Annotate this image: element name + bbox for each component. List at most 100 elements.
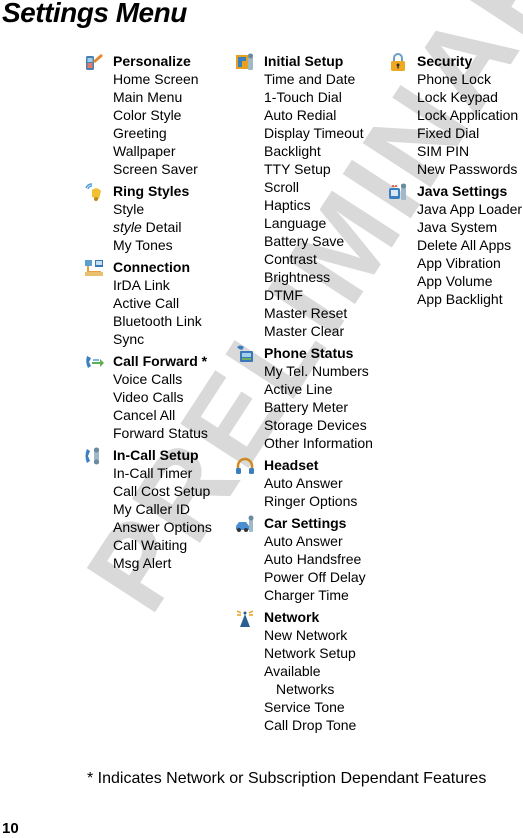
menu-group-in-call-setup: In-Call Setup In-Call Timer Call Cost Setu… xyxy=(84,446,212,572)
menu-item: Master Reset xyxy=(264,305,348,321)
car-settings-icon xyxy=(235,514,255,534)
menu-item: In-Call Timer xyxy=(113,465,193,481)
menu-item: Video Calls xyxy=(113,389,184,405)
page-number: 10 xyxy=(2,820,19,837)
menu-heading: Connection xyxy=(113,259,190,275)
menu-group-phone-status: Phone Status My Tel. Numbers Active Line Ba… xyxy=(235,344,373,452)
menu-item: Call Drop Tone xyxy=(264,717,357,733)
menu-item: Home Screen xyxy=(113,71,199,87)
menu-item: style Detail xyxy=(113,219,182,235)
menu-item: Style xyxy=(113,201,145,217)
menu-item: Answer Options xyxy=(113,519,212,535)
menu-heading: Personalize xyxy=(113,53,191,69)
menu-heading: Ring Styles xyxy=(113,183,190,199)
menu-item: Color Style xyxy=(113,107,182,123)
menu-item: My Caller ID xyxy=(113,501,191,517)
menu-item: Battery Meter xyxy=(264,399,349,415)
menu-item: Ringer Options xyxy=(264,493,358,509)
menu-item: Display Timeout xyxy=(264,125,364,141)
menu-item: Fixed Dial xyxy=(417,125,480,141)
menu-item: IrDA Link xyxy=(113,277,170,293)
menu-group-security: Security Phone Lock Lock Keypad Lock Applic… xyxy=(388,52,522,178)
menu-item: Forward Status xyxy=(113,425,208,441)
menu-group-java-settings: Java Settings Java App Loader Java System D… xyxy=(388,182,522,308)
menu-group-connection: Connection IrDA Link Active Call Bluetooth … xyxy=(84,258,212,348)
menu-item: Storage Devices xyxy=(264,417,367,433)
menu-item: Call Waiting xyxy=(113,537,188,553)
menu-item: Voice Calls xyxy=(113,371,183,387)
menu-item: Haptics xyxy=(264,197,311,213)
menu-item: Bluetooth Link xyxy=(113,313,202,329)
phone-status-icon xyxy=(235,344,255,364)
menu-item: Master Clear xyxy=(264,323,345,339)
menu-item: Backlight xyxy=(264,143,321,159)
menu-group-initial-setup: Initial Setup Time and Date 1-Touch Dial Au… xyxy=(235,52,373,340)
menu-item: New Passwords xyxy=(417,161,518,177)
menu-item: Delete All Apps xyxy=(417,237,512,253)
menu-heading: Security xyxy=(417,53,473,69)
initial-setup-icon xyxy=(235,52,255,72)
menu-item: Active Call xyxy=(113,295,180,311)
menu-item: TTY Setup xyxy=(264,161,331,177)
menu-heading: Phone Status xyxy=(264,345,354,361)
security-icon xyxy=(388,52,408,72)
in-call-setup-icon xyxy=(84,446,104,466)
menu-item: Charger Time xyxy=(264,587,349,603)
menu-heading: Car Settings xyxy=(264,515,347,531)
menu-item: Service Tone xyxy=(264,699,345,715)
menu-column-3: Security Phone Lock Lock Keypad Lock Applic… xyxy=(388,52,522,312)
menu-heading: Java Settings xyxy=(417,183,508,199)
menu-item: Msg Alert xyxy=(113,555,172,571)
menu-item: SIM PIN xyxy=(417,143,470,159)
menu-item: App Backlight xyxy=(417,291,503,307)
menu-group-network: Network New Network Network Setup Available… xyxy=(235,608,373,734)
menu-item: Auto Handsfree xyxy=(264,551,362,567)
menu-group-call-forward: Call Forward * Voice Calls Video Calls Canc… xyxy=(84,352,212,442)
menu-item: Wallpaper xyxy=(113,143,176,159)
menu-item: Lock Keypad xyxy=(417,89,498,105)
menu-item: My Tel. Numbers xyxy=(264,363,369,379)
menu-item: Screen Saver xyxy=(113,161,198,177)
menu-item: Battery Save xyxy=(264,233,345,249)
menu-item: Main Menu xyxy=(113,89,183,105)
call-forward-icon xyxy=(84,352,104,372)
personalize-icon xyxy=(84,52,104,72)
menu-heading: Headset xyxy=(264,457,319,473)
menu-heading: In-Call Setup xyxy=(113,447,199,463)
menu-item: 1-Touch Dial xyxy=(264,89,342,105)
menu-item: Phone Lock xyxy=(417,71,491,87)
menu-item: Network Setup xyxy=(264,645,356,661)
network-icon xyxy=(235,608,255,628)
java-settings-icon xyxy=(388,182,408,202)
menu-column-1: Personalize Home Screen Main Menu Color Sty… xyxy=(84,52,212,576)
menu-item: Language xyxy=(264,215,327,231)
menu-item: App Vibration xyxy=(417,255,501,271)
menu-heading: Network xyxy=(264,609,320,625)
menu-item: Sync xyxy=(113,331,145,347)
menu-item: Cancel All xyxy=(113,407,176,423)
menu-item: Contrast xyxy=(264,251,317,267)
menu-item: Available Networks xyxy=(264,663,335,697)
menu-group-ring-styles: Ring Styles Style style Detail My Tones xyxy=(84,182,212,254)
menu-item: Java App Loader xyxy=(417,201,523,217)
menu-heading: Initial Setup xyxy=(264,53,344,69)
menu-item: Other Information xyxy=(264,435,373,451)
menu-item: Lock Application xyxy=(417,107,519,123)
menu-column-2: Initial Setup Time and Date 1-Touch Dial Au… xyxy=(235,52,373,738)
menu-item: Power Off Delay xyxy=(264,569,366,585)
menu-item: Java System xyxy=(417,219,498,235)
ring-styles-icon xyxy=(84,182,104,202)
menu-heading: Call Forward * xyxy=(113,353,208,369)
menu-item: App Volume xyxy=(417,273,493,289)
menu-item: Auto Answer xyxy=(264,475,343,491)
menu-item: Call Cost Setup xyxy=(113,483,211,499)
menu-item: Auto Redial xyxy=(264,107,337,123)
menu-item: Brightness xyxy=(264,269,331,285)
menu-item: Scroll xyxy=(264,179,300,195)
page-title: Settings Menu xyxy=(2,0,187,28)
footnote: * Indicates Network or Subscription Depe… xyxy=(87,770,487,787)
menu-item: Active Line xyxy=(264,381,333,397)
menu-item: Auto Answer xyxy=(264,533,343,549)
menu-group-car-settings: Car Settings Auto Answer Auto Handsfree Pow… xyxy=(235,514,373,604)
headset-icon xyxy=(235,456,255,476)
